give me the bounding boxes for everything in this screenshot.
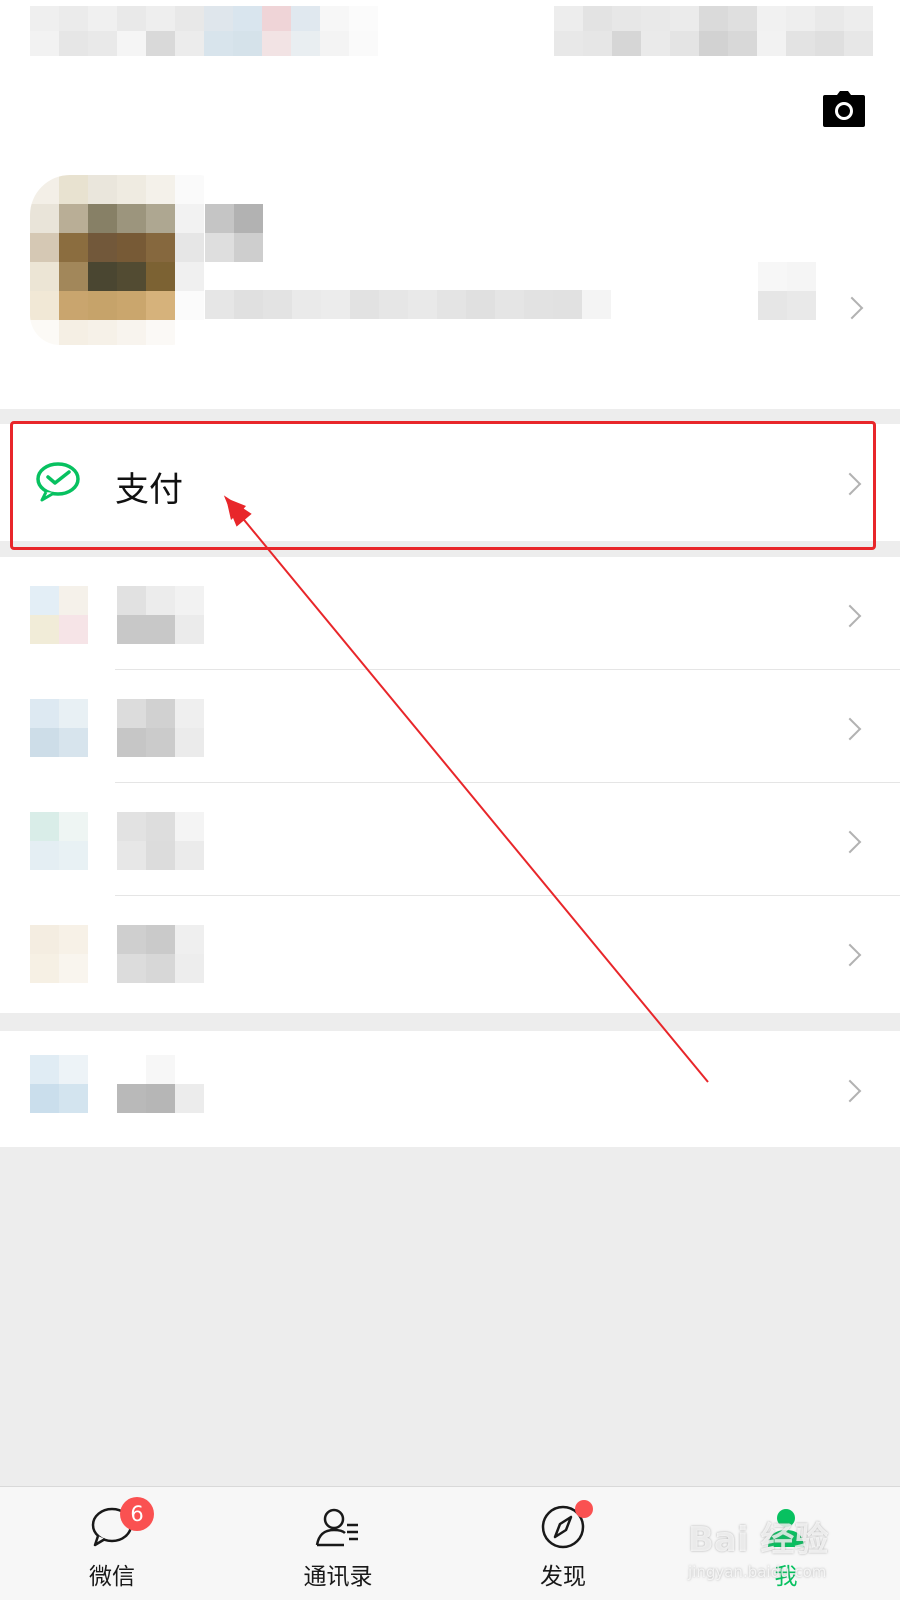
blurred-icon bbox=[30, 699, 88, 757]
blurred-icon bbox=[30, 925, 88, 983]
contacts-icon bbox=[315, 1508, 358, 1547]
profile-header bbox=[0, 0, 900, 409]
avatar[interactable] bbox=[30, 175, 210, 345]
watermark-brand: Bai 经验 bbox=[688, 1520, 829, 1560]
chevron-right-icon bbox=[838, 943, 862, 967]
highlight-annotation bbox=[10, 421, 876, 550]
chevron-right-icon bbox=[838, 1079, 862, 1103]
settings-row[interactable] bbox=[0, 1031, 900, 1147]
nickname bbox=[205, 204, 263, 262]
chevron-right-icon bbox=[838, 717, 862, 741]
list-item-label bbox=[117, 925, 204, 983]
list-item-label bbox=[117, 699, 204, 757]
wechat-id bbox=[205, 290, 611, 319]
tab-label: 微信 bbox=[89, 1564, 135, 1590]
unread-badge: 6 bbox=[120, 1497, 154, 1531]
blurred-icon bbox=[30, 586, 88, 644]
tab-label: 通讯录 bbox=[303, 1564, 373, 1590]
tab-contacts[interactable]: 通讯录 bbox=[278, 1487, 398, 1600]
list-item[interactable] bbox=[0, 783, 900, 896]
list-item-label bbox=[117, 586, 204, 644]
list-item[interactable] bbox=[0, 896, 900, 1009]
blurred-status-icons bbox=[554, 6, 873, 56]
blurred-icon bbox=[30, 812, 88, 870]
chevron-right-icon bbox=[838, 830, 862, 854]
list-item[interactable] bbox=[0, 670, 900, 783]
chevron-right-icon bbox=[838, 604, 862, 628]
tab-discover[interactable]: 发现 bbox=[503, 1487, 623, 1600]
tab-chats[interactable]: 6 微信 bbox=[52, 1487, 172, 1600]
tab-label: 发现 bbox=[540, 1564, 586, 1590]
camera-icon[interactable] bbox=[823, 91, 865, 127]
watermark: Bai 经验 jingyan.baidu.com bbox=[688, 1512, 878, 1592]
settings-label bbox=[117, 1055, 204, 1113]
qr-code-icon[interactable] bbox=[758, 262, 816, 320]
list-item[interactable] bbox=[0, 557, 900, 670]
list-item-label bbox=[117, 812, 204, 870]
watermark-url: jingyan.baidu.com bbox=[688, 1563, 827, 1581]
blurred-status-text bbox=[30, 6, 378, 56]
chevron-right-icon bbox=[840, 296, 864, 320]
new-dot bbox=[575, 1500, 593, 1518]
blurred-icon bbox=[30, 1055, 88, 1113]
menu-list bbox=[0, 557, 900, 1013]
